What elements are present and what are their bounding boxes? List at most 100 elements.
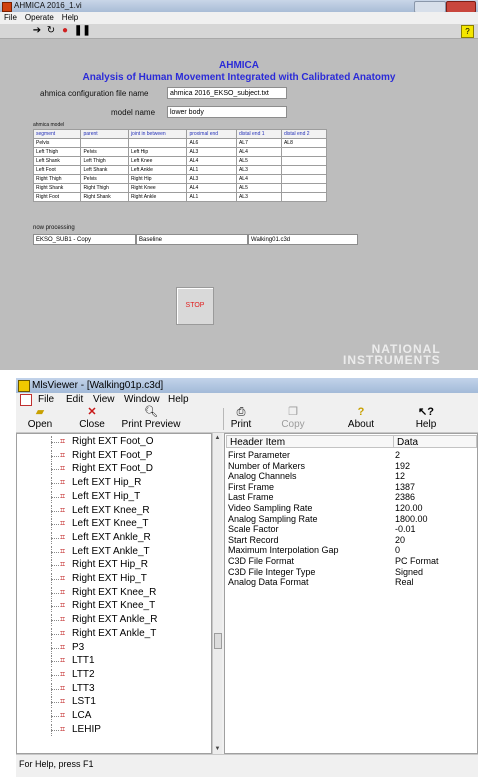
scroll-down-arrow-icon[interactable]: ▼ — [213, 744, 222, 754]
grid-item-cell: Scale Factor — [228, 524, 279, 535]
print-preview-button[interactable]: 🔍︎ Print Preview — [118, 406, 184, 432]
model-table-cell — [80, 138, 129, 148]
tree-item[interactable]: ⌗ LTT2 — [17, 668, 203, 681]
run-arrow-icon[interactable]: ➔ — [32, 26, 42, 36]
ahmica-toolbar: ➔ ↻ ● ❚❚ ? — [0, 24, 478, 39]
grid-row[interactable]: Video Sampling Rate 120.00 — [225, 503, 477, 513]
tree-item[interactable]: ⌗ Left EXT Knee_T — [17, 518, 203, 531]
model-table-cell: AL4 — [186, 183, 237, 193]
scroll-up-arrow-icon[interactable]: ▲ — [213, 433, 222, 443]
tree-item[interactable]: ⌗ Right EXT Foot_D — [17, 463, 203, 476]
marker-node-icon: ⌗ — [60, 477, 66, 488]
menu-file[interactable]: File — [0, 12, 21, 24]
menu-view[interactable]: View — [93, 393, 115, 406]
tree-item[interactable]: ⌗ LCA — [17, 710, 203, 722]
open-button[interactable]: ▰ Open — [20, 406, 60, 432]
pause-icon[interactable]: ❚❚ — [74, 26, 91, 36]
help-button[interactable]: ↖? Help — [411, 406, 441, 432]
grid-row[interactable]: Number of Markers 192 — [225, 461, 477, 471]
grid-item-cell: Maximum Interpolation Gap — [228, 545, 339, 556]
tree-line — [51, 633, 59, 635]
menu-window[interactable]: Window — [124, 393, 160, 406]
tree-item[interactable]: ⌗ Right EXT Knee_T — [17, 600, 203, 613]
grid-row[interactable]: C3D File Format PC Format — [225, 556, 477, 566]
tree-item[interactable]: ⌗ Left EXT Ankle_T — [17, 545, 203, 558]
tree-line — [51, 442, 59, 443]
grid-row[interactable]: Start Record 20 — [225, 535, 477, 545]
menu-help[interactable]: Help — [168, 393, 189, 406]
tree-line — [51, 510, 59, 512]
model-table-row: Pelvis AL6 AL7 AL8 — [32, 138, 328, 148]
grid-item-cell: Analog Sampling Rate — [228, 513, 318, 524]
column-header-data[interactable]: Data — [393, 435, 477, 448]
tree-item[interactable]: ⌗ Left EXT Ankle_R — [17, 531, 203, 544]
processing-condition-field[interactable]: Baseline — [136, 234, 248, 245]
grid-row[interactable]: Scale Factor -0.01 — [225, 524, 477, 535]
tree-line — [51, 606, 59, 608]
tree-item[interactable]: ⌗ Right EXT Hip_T — [17, 573, 203, 585]
tree-line — [51, 565, 59, 567]
processing-subject-field[interactable]: EKSO_SUB1 - Copy — [33, 234, 136, 245]
mlsviewer-app-icon — [18, 380, 30, 392]
tree-item[interactable]: ⌗ LTT3 — [17, 682, 203, 695]
app-subheading: Analysis of Human Movement Integrated wi… — [82, 72, 396, 83]
stop-button[interactable]: STOP — [176, 287, 214, 325]
model-name-field[interactable]: lower body — [167, 106, 287, 118]
tree-item[interactable]: ⌗ P3 — [17, 641, 203, 654]
menu-help[interactable]: Help — [58, 12, 82, 24]
grid-item-cell: C3D File Integer Type — [228, 566, 316, 577]
copy-button[interactable]: ❐ Copy — [276, 406, 310, 432]
grid-row[interactable]: C3D File Integer Type Signed — [225, 566, 477, 577]
grid-row[interactable]: Analog Channels 12 — [225, 471, 477, 482]
tree-scrollbar[interactable]: ▲ ▼ — [212, 433, 222, 754]
tree-item[interactable]: ⌗ LTT1 — [17, 655, 203, 668]
grid-row[interactable]: First Frame 1387 — [225, 482, 477, 492]
model-table-header-cell: proximal end — [186, 129, 237, 139]
marker-node-icon: ⌗ — [60, 559, 66, 570]
menu-file[interactable]: File — [38, 393, 54, 406]
run-continuously-icon[interactable]: ↻ — [46, 26, 56, 36]
grid-item-cell: Analog Channels — [228, 471, 297, 482]
model-table: segment parent joint in between proximal en… — [32, 129, 328, 202]
menu-edit[interactable]: Edit — [66, 393, 83, 406]
grid-row[interactable]: First Parameter 2 — [225, 450, 477, 460]
tree-item[interactable]: ⌗ Right EXT Foot_O — [17, 436, 203, 448]
grid-row[interactable]: Analog Data Format Real — [225, 577, 477, 587]
processing-file-field[interactable]: Walking01.c3d — [248, 234, 358, 245]
marker-node-icon: ⌗ — [60, 545, 66, 556]
tree-item[interactable]: ⌗ LST1 — [17, 696, 203, 709]
grid-row[interactable]: Maximum Interpolation Gap 0 — [225, 545, 477, 556]
menu-operate[interactable]: Operate — [21, 12, 58, 24]
about-button[interactable]: ? About — [343, 406, 379, 432]
abort-icon[interactable]: ● — [60, 26, 70, 36]
grid-data-cell: 12 — [395, 471, 406, 482]
scroll-thumb[interactable] — [214, 633, 222, 649]
tree-item[interactable]: ⌗ Left EXT Knee_R — [17, 504, 203, 517]
tree-item[interactable]: ⌗ Right EXT Foot_P — [17, 449, 203, 462]
tree-item[interactable]: ⌗ Left EXT Hip_T — [17, 490, 203, 503]
column-header-item[interactable]: Header Item — [226, 435, 394, 448]
model-table-cell: AL1 — [186, 192, 237, 202]
mlsviewer-window-title: MlsViewer - [Walking01p.c3d] — [32, 380, 164, 391]
close-button[interactable]: ✕ Close — [72, 406, 112, 432]
model-table-cell — [280, 147, 328, 157]
grid-row[interactable]: Analog Sampling Rate 1800.00 — [225, 513, 477, 524]
print-button[interactable]: ⎙ Print — [226, 406, 256, 432]
config-file-field[interactable]: ahmica 2016_EKSO_subject.txt — [167, 87, 287, 99]
marker-node-icon: ⌗ — [60, 518, 66, 529]
context-help-icon[interactable]: ? — [461, 25, 474, 38]
tree-item[interactable]: ⌗ Right EXT Hip_R — [17, 559, 203, 572]
tree-line — [51, 661, 59, 663]
document-icon[interactable] — [20, 394, 32, 406]
grid-row[interactable]: Last Frame 2386 — [225, 492, 477, 502]
marker-node-icon: ⌗ — [60, 682, 66, 693]
tree-item[interactable]: ⌗ Left EXT Hip_R — [17, 477, 203, 490]
tree-item[interactable]: ⌗ Right EXT Ankle_T — [17, 627, 203, 640]
tree-item[interactable]: ⌗ Right EXT Ankle_R — [17, 614, 203, 627]
model-table-cell: Pelvis — [80, 174, 129, 184]
marker-node-icon: ⌗ — [60, 573, 66, 583]
model-table-cell: Right Shank — [80, 192, 129, 202]
tree-item-label: Left EXT Knee_T — [72, 518, 149, 530]
tree-item[interactable]: ⌗ Right EXT Knee_R — [17, 586, 203, 599]
tree-item[interactable]: ⌗ LEHIP — [17, 723, 203, 736]
